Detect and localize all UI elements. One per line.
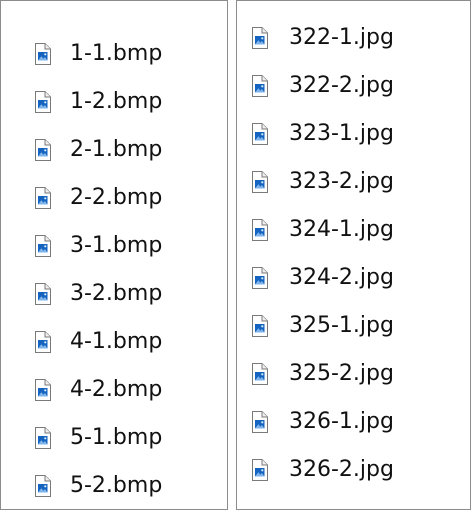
file-name: 322-1.jpg (289, 25, 394, 50)
image-file-icon (251, 171, 268, 193)
image-file-icon (251, 459, 268, 481)
image-file-icon (34, 187, 51, 209)
image-file-icon (34, 235, 51, 257)
file-name: 5-2.bmp (70, 473, 163, 498)
file-item[interactable]: 1-1.bmp (1, 30, 227, 78)
file-item[interactable]: 1-2.bmp (1, 78, 227, 126)
image-file-icon (34, 139, 51, 161)
file-item[interactable]: 322-2.jpg (237, 62, 470, 110)
file-list: 1-1.bmp 1-2.bmp 2-1.bmp 2-2.bmp 3-1.bmp … (1, 30, 227, 509)
file-item[interactable]: 2-1.bmp (1, 126, 227, 174)
image-file-icon (34, 475, 51, 497)
file-item[interactable]: 3-2.bmp (1, 270, 227, 318)
file-item[interactable]: 3-1.bmp (1, 222, 227, 270)
file-name: 4-2.bmp (70, 377, 163, 402)
image-file-icon (251, 27, 268, 49)
image-file-icon (34, 331, 51, 353)
file-name: 325-1.jpg (289, 313, 394, 338)
file-name: 325-2.jpg (289, 361, 394, 386)
file-item[interactable]: 4-1.bmp (1, 318, 227, 366)
image-file-icon (251, 123, 268, 145)
file-item[interactable]: 324-2.jpg (237, 254, 470, 302)
file-item[interactable]: 323-2.jpg (237, 158, 470, 206)
file-name: 5-1.bmp (70, 425, 163, 450)
image-file-icon (34, 379, 51, 401)
file-item[interactable]: 325-1.jpg (237, 302, 470, 350)
file-name: 322-2.jpg (289, 73, 394, 98)
file-item[interactable]: 326-2.jpg (237, 446, 470, 494)
image-file-icon (34, 43, 51, 65)
image-file-icon (251, 75, 268, 97)
file-name: 324-2.jpg (289, 265, 394, 290)
file-list: 322-1.jpg 322-2.jpg 323-1.jpg 323-2.jpg … (237, 14, 470, 494)
image-file-icon (251, 219, 268, 241)
file-item[interactable]: 325-2.jpg (237, 350, 470, 398)
file-list-panel-right: 322-1.jpg 322-2.jpg 323-1.jpg 323-2.jpg … (236, 0, 471, 510)
file-name: 326-1.jpg (289, 409, 394, 434)
file-name: 4-1.bmp (70, 329, 163, 354)
file-name: 3-2.bmp (70, 281, 163, 306)
file-name: 323-1.jpg (289, 121, 394, 146)
file-name: 324-1.jpg (289, 217, 394, 242)
file-name: 3-1.bmp (70, 233, 163, 258)
file-item[interactable]: 322-1.jpg (237, 14, 470, 62)
file-name: 323-2.jpg (289, 169, 394, 194)
image-file-icon (251, 411, 268, 433)
image-file-icon (34, 91, 51, 113)
file-item[interactable]: 326-1.jpg (237, 398, 470, 446)
file-item[interactable]: 5-2.bmp (1, 462, 227, 509)
file-item[interactable]: 5-1.bmp (1, 414, 227, 462)
image-file-icon (34, 427, 51, 449)
image-file-icon (251, 267, 268, 289)
image-file-icon (251, 315, 268, 337)
file-name: 2-1.bmp (70, 137, 163, 162)
image-file-icon (251, 363, 268, 385)
file-list-panel-left: 1-1.bmp 1-2.bmp 2-1.bmp 2-2.bmp 3-1.bmp … (0, 0, 228, 510)
file-item[interactable]: 2-2.bmp (1, 174, 227, 222)
file-item[interactable]: 323-1.jpg (237, 110, 470, 158)
file-name: 2-2.bmp (70, 185, 163, 210)
file-item[interactable]: 4-2.bmp (1, 366, 227, 414)
file-name: 1-1.bmp (70, 41, 163, 66)
file-name: 1-2.bmp (70, 89, 163, 114)
file-item[interactable]: 324-1.jpg (237, 206, 470, 254)
file-name: 326-2.jpg (289, 457, 394, 482)
image-file-icon (34, 283, 51, 305)
